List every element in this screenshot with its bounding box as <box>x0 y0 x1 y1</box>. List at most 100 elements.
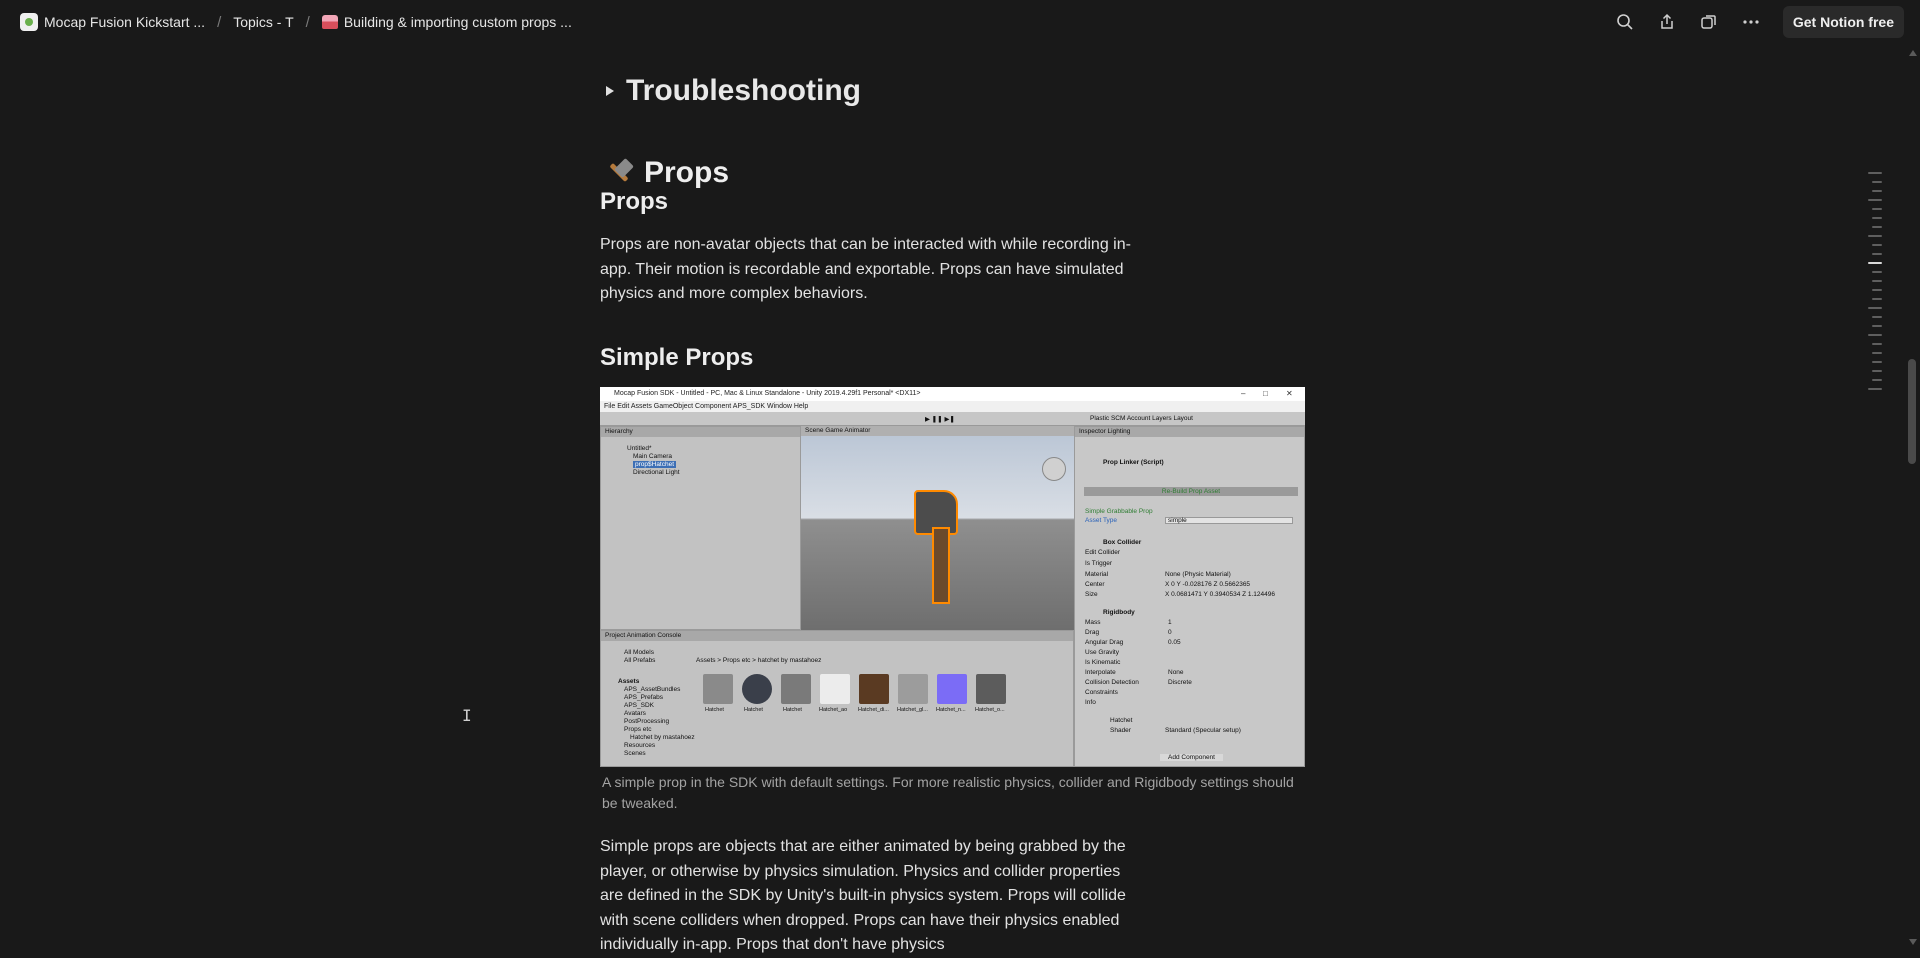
asset-path: Assets > Props etc > hatchet by mastahoe… <box>696 657 822 664</box>
rigid-field-label: Collision Detection <box>1085 679 1139 686</box>
breadcrumb: Mocap Fusion Kickstart ... / Topics - T … <box>16 11 576 33</box>
toc-marker[interactable] <box>1872 181 1882 183</box>
hierarchy-panel: Hierarchy Untitled* Main Camera prop$Hat… <box>600 426 801 630</box>
hierarchy-item: Directional Light <box>633 469 680 476</box>
scroll-down-arrow-icon[interactable] <box>1909 939 1917 945</box>
toc-marker[interactable] <box>1872 190 1882 192</box>
asset-name: Hatchet_ao <box>819 707 848 713</box>
toc-marker[interactable] <box>1868 172 1882 174</box>
breadcrumb-current-page[interactable]: Building & importing custom props ... <box>318 12 576 32</box>
toc-marker[interactable] <box>1868 307 1882 309</box>
toc-marker[interactable] <box>1868 334 1882 336</box>
breadcrumb-topics-label: Topics - T <box>233 14 294 30</box>
rigid-field-label: Is Kinematic <box>1085 659 1121 666</box>
rigid-field-label: Angular Drag <box>1085 639 1124 646</box>
maximize-icon: □ <box>1263 389 1268 398</box>
toc-marker[interactable] <box>1868 199 1882 201</box>
toc-marker-active[interactable] <box>1868 262 1882 264</box>
collider-field-label: Center <box>1085 581 1105 588</box>
shader-label: Shader <box>1110 727 1131 734</box>
simple-props-paragraph: Simple props are objects that are either… <box>600 838 1126 953</box>
rigidbody-label: Rigidbody <box>1103 609 1135 616</box>
scroll-thumb[interactable] <box>1908 359 1916 464</box>
toc-marker[interactable] <box>1872 289 1882 291</box>
toggle-arrow-icon[interactable] <box>606 86 614 96</box>
hierarchy-item: Untitled* <box>627 445 652 452</box>
asset-tree-item: Avatars <box>624 710 646 717</box>
drag-value: 0 <box>1168 629 1172 636</box>
troubleshooting-toggle-heading[interactable]: Troubleshooting <box>606 74 861 108</box>
asset-tree-item: Resources <box>624 742 656 749</box>
toc-marker[interactable] <box>1872 316 1882 318</box>
interpolate-value: None <box>1168 669 1184 676</box>
toc-marker[interactable] <box>1872 352 1882 354</box>
table-of-contents-minimap[interactable] <box>1868 172 1882 390</box>
toc-marker[interactable] <box>1872 271 1882 273</box>
workspace-logo-icon <box>20 13 38 31</box>
asset-thumbnail <box>820 674 850 704</box>
toc-marker[interactable] <box>1872 253 1882 255</box>
unity-sdk-screenshot: Mocap Fusion SDK - Untitled - PC, Mac & … <box>600 387 1305 767</box>
toc-marker[interactable] <box>1872 370 1882 372</box>
toc-marker[interactable] <box>1872 379 1882 381</box>
asset-type-value: simple <box>1168 517 1187 524</box>
image-caption: A simple prop in the SDK with default se… <box>602 774 1294 811</box>
close-icon: ✕ <box>1286 389 1293 398</box>
unity-toolbar: ▶ ❚❚ ▶❚ Plastic SCM Account Layers Layou… <box>600 412 1305 426</box>
asset-tree-item: APS_SDK <box>624 702 654 709</box>
hierarchy-item-selected: prop$Hatchet <box>633 461 677 468</box>
favorite-item: All Prefabs <box>624 657 656 664</box>
rigid-field-label: Drag <box>1085 629 1100 636</box>
collider-field-label: Material <box>1085 571 1109 578</box>
center-value: X 0 Y -0.028176 Z 0.5662365 <box>1165 581 1251 588</box>
top-bar: Mocap Fusion Kickstart ... / Topics - T … <box>0 0 1920 44</box>
scroll-up-arrow-icon[interactable] <box>1909 50 1917 56</box>
asset-thumbnail <box>937 674 967 704</box>
asset-thumbnail <box>781 674 811 704</box>
toc-marker[interactable] <box>1872 361 1882 363</box>
rebuild-prop-asset-button: Re-Build Prop Asset <box>1084 487 1298 496</box>
page-scrollbar[interactable] <box>1904 44 1920 951</box>
share-icon[interactable] <box>1657 12 1677 32</box>
toc-marker[interactable] <box>1868 235 1882 237</box>
asset-name: Hatchet_o... <box>975 707 1005 713</box>
material-value: None (Physic Material) <box>1165 571 1231 578</box>
toc-marker[interactable] <box>1872 217 1882 219</box>
rigid-field-label: Info <box>1085 699 1096 706</box>
breadcrumb-workspace[interactable]: Mocap Fusion Kickstart ... <box>16 11 209 33</box>
props-paragraph: Props are non-avatar objects that can be… <box>600 236 1131 302</box>
angular-drag-value: 0.05 <box>1168 639 1181 646</box>
collider-field-label: Size <box>1085 591 1098 598</box>
asset-tree-item: Hatchet by mastahoez <box>630 734 695 741</box>
toc-marker[interactable] <box>1872 226 1882 228</box>
toc-marker[interactable] <box>1872 325 1882 327</box>
search-icon[interactable] <box>1615 12 1635 32</box>
asset-tree-item: APS_AssetBundles <box>624 686 681 693</box>
get-notion-free-button[interactable]: Get Notion free <box>1782 6 1904 38</box>
favorite-item: All Models <box>624 649 654 656</box>
asset-name: Hatchet <box>744 707 763 713</box>
scene-gizmo-icon <box>1042 457 1066 481</box>
header-actions: Get Notion free <box>1615 6 1904 38</box>
asset-tree-item: PostProcessing <box>624 718 670 725</box>
minimize-icon: – <box>1241 389 1246 398</box>
toc-marker[interactable] <box>1872 208 1882 210</box>
rigid-field-label: Constraints <box>1085 689 1118 696</box>
asset-tree-item: Assets <box>618 678 640 685</box>
collision-value: Discrete <box>1168 679 1192 686</box>
asset-tree-item: Props etc <box>624 726 652 733</box>
toc-marker[interactable] <box>1872 298 1882 300</box>
duplicate-icon[interactable] <box>1699 12 1719 32</box>
rigid-field-label: Use Gravity <box>1085 649 1119 656</box>
breadcrumb-separator: / <box>305 13 310 31</box>
toc-marker[interactable] <box>1872 343 1882 345</box>
breadcrumb-separator: / <box>217 13 222 31</box>
rigid-field-label: Mass <box>1085 619 1101 626</box>
toc-marker[interactable] <box>1868 388 1882 390</box>
more-icon[interactable] <box>1741 12 1761 32</box>
breadcrumb-topics[interactable]: Topics - T <box>229 12 297 32</box>
toc-marker[interactable] <box>1872 280 1882 282</box>
breadcrumb-current-label: Building & importing custom props ... <box>343 14 572 30</box>
simple-grabbable-label: Simple Grabbable Prop <box>1085 508 1153 515</box>
toc-marker[interactable] <box>1872 244 1882 246</box>
